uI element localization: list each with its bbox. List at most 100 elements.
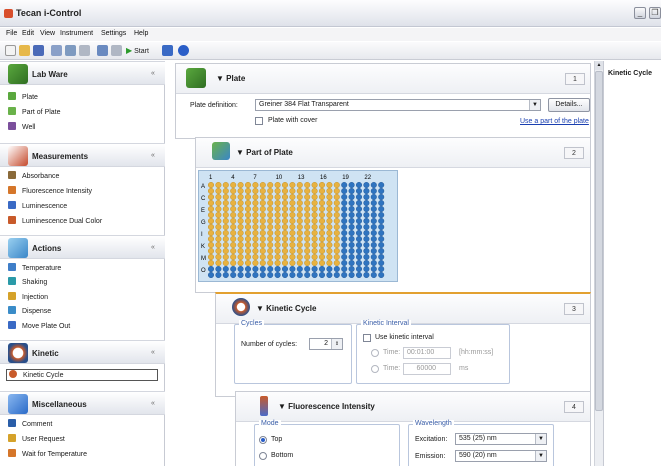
fluorescence-step[interactable]: ▼ Fluorescence Intensity 4 Mode Top Bott… [235, 391, 591, 466]
well[interactable] [348, 230, 355, 237]
well[interactable] [363, 253, 370, 260]
well[interactable] [274, 230, 281, 237]
well[interactable] [289, 181, 296, 188]
well[interactable] [333, 200, 340, 207]
well[interactable] [289, 206, 296, 213]
well[interactable] [259, 230, 266, 237]
well[interactable] [304, 194, 311, 201]
section-header-measurements[interactable]: Measurements « [0, 143, 165, 167]
plate-step[interactable]: ▼ Plate 1 Plate definition: Greiner 384 … [175, 63, 591, 139]
well[interactable] [378, 253, 385, 260]
restore-button[interactable]: ❐ [649, 7, 661, 19]
well[interactable] [304, 265, 311, 272]
settings-icon[interactable] [111, 45, 122, 56]
well[interactable] [237, 253, 244, 260]
well[interactable] [363, 247, 370, 254]
well[interactable] [311, 253, 318, 260]
well[interactable] [215, 265, 222, 272]
well[interactable] [333, 253, 340, 260]
well[interactable] [326, 230, 333, 237]
well[interactable] [311, 265, 318, 272]
well[interactable] [348, 181, 355, 188]
well[interactable] [296, 181, 303, 188]
well[interactable] [355, 194, 362, 201]
well[interactable] [274, 259, 281, 266]
well[interactable] [355, 224, 362, 231]
well[interactable] [289, 188, 296, 195]
well[interactable] [237, 259, 244, 266]
well[interactable] [252, 206, 259, 213]
well[interactable] [252, 247, 259, 254]
well[interactable] [245, 188, 252, 195]
well[interactable] [341, 259, 348, 266]
number-of-cycles-input[interactable]: 2 ⇕ [309, 338, 343, 350]
well[interactable] [215, 181, 222, 188]
well[interactable] [230, 206, 237, 213]
well[interactable] [222, 194, 229, 201]
well[interactable] [341, 181, 348, 188]
menu-help[interactable]: Help [134, 30, 148, 37]
well[interactable] [230, 181, 237, 188]
well[interactable] [230, 194, 237, 201]
section-header-actions[interactable]: Actions « [0, 235, 165, 259]
well[interactable] [259, 271, 266, 278]
well[interactable] [252, 212, 259, 219]
well[interactable] [363, 230, 370, 237]
well[interactable] [259, 241, 266, 248]
well[interactable] [333, 241, 340, 248]
well[interactable] [296, 271, 303, 278]
well[interactable] [326, 271, 333, 278]
well[interactable] [245, 259, 252, 266]
well[interactable] [378, 271, 385, 278]
well[interactable] [363, 206, 370, 213]
well[interactable] [341, 230, 348, 237]
well[interactable] [259, 247, 266, 254]
well[interactable] [252, 259, 259, 266]
well[interactable] [378, 188, 385, 195]
well[interactable] [296, 235, 303, 242]
well[interactable] [378, 235, 385, 242]
well[interactable] [267, 194, 274, 201]
well[interactable] [207, 253, 214, 260]
well[interactable] [259, 181, 266, 188]
well[interactable] [222, 218, 229, 225]
well[interactable] [370, 188, 377, 195]
well[interactable] [274, 200, 281, 207]
well[interactable] [267, 247, 274, 254]
tool-dispense[interactable]: Dispense [8, 306, 51, 317]
tool-comment[interactable]: Comment [8, 419, 52, 430]
well[interactable] [281, 224, 288, 231]
well[interactable] [289, 235, 296, 242]
well[interactable] [207, 247, 214, 254]
well[interactable] [348, 188, 355, 195]
well[interactable] [259, 188, 266, 195]
well[interactable] [245, 247, 252, 254]
well[interactable] [222, 259, 229, 266]
well[interactable] [355, 259, 362, 266]
well[interactable] [348, 206, 355, 213]
well[interactable] [348, 271, 355, 278]
well[interactable] [296, 212, 303, 219]
well[interactable] [296, 253, 303, 260]
well[interactable] [252, 218, 259, 225]
well[interactable] [289, 230, 296, 237]
well[interactable] [281, 200, 288, 207]
well[interactable] [333, 181, 340, 188]
well[interactable] [333, 188, 340, 195]
well[interactable] [370, 194, 377, 201]
well[interactable] [289, 259, 296, 266]
well[interactable] [341, 253, 348, 260]
collapse-icon[interactable]: « [148, 243, 158, 253]
well[interactable] [267, 230, 274, 237]
well[interactable] [259, 218, 266, 225]
copy-icon[interactable] [65, 45, 76, 56]
well[interactable] [274, 265, 281, 272]
well[interactable] [304, 218, 311, 225]
well[interactable] [296, 241, 303, 248]
well[interactable] [363, 218, 370, 225]
scroll-up-icon[interactable]: ▲ [595, 61, 603, 70]
well[interactable] [370, 265, 377, 272]
well[interactable] [296, 200, 303, 207]
expand-arrow-icon[interactable]: ▼ [236, 148, 244, 157]
well[interactable] [318, 253, 325, 260]
